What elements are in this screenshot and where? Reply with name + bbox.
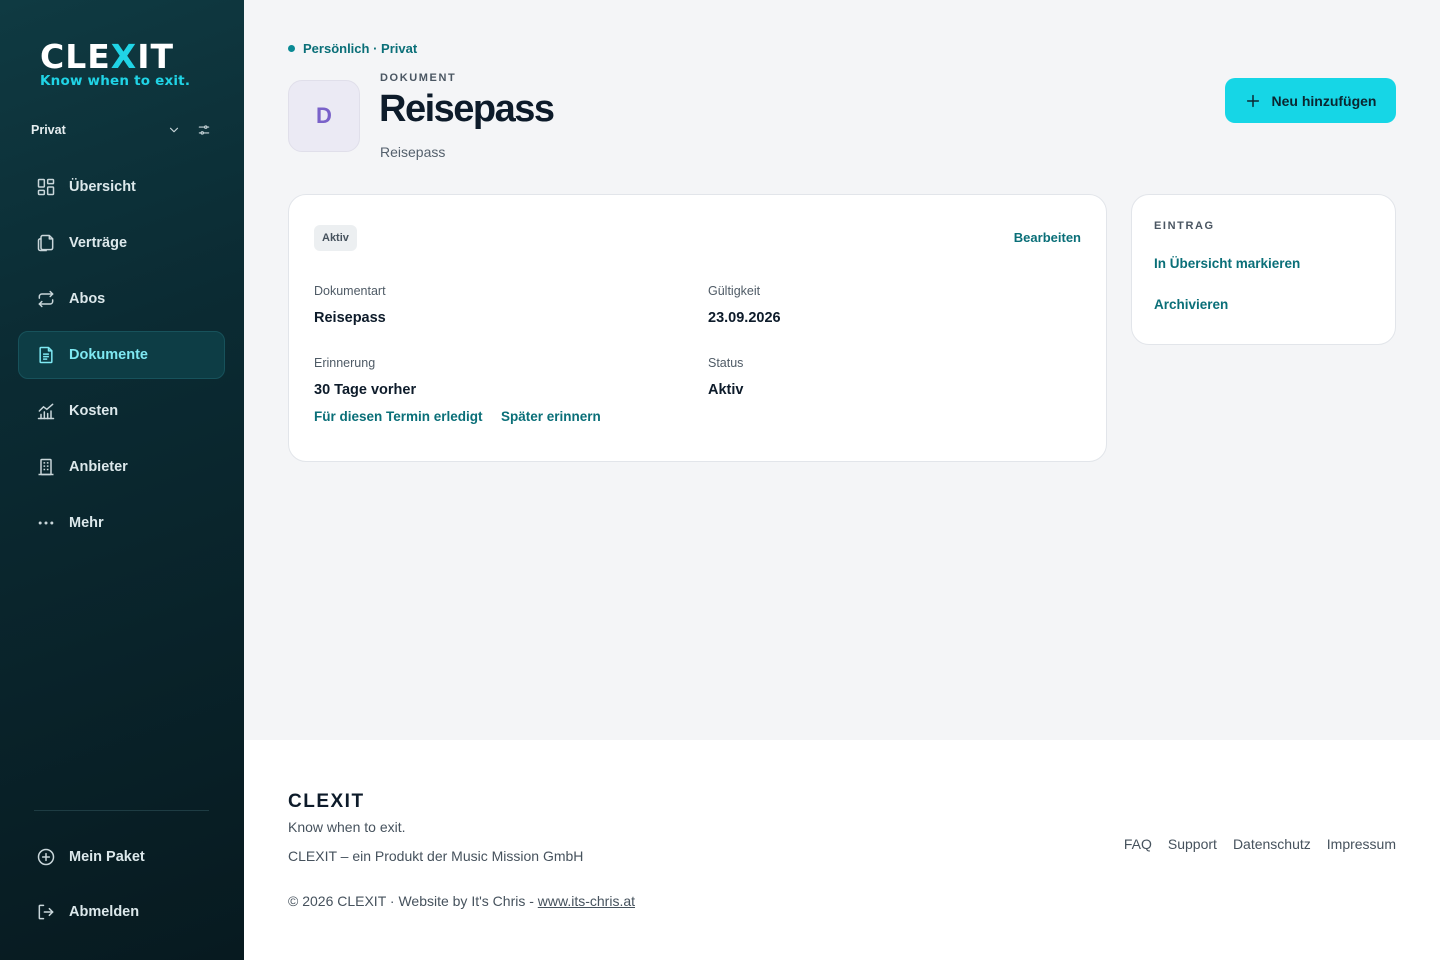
- logo-wordmark: CLEXIT: [40, 37, 175, 76]
- page-title: Reisepass: [379, 88, 555, 130]
- breadcrumb-dot: [288, 45, 295, 52]
- sidebar-item-anbieter[interactable]: Anbieter: [18, 443, 225, 491]
- footer-brand: CLEXIT: [288, 791, 365, 812]
- add-new-button[interactable]: Neu hinzufügen: [1225, 78, 1396, 123]
- sidebar-item-label: Mein Paket: [69, 849, 145, 865]
- plus-icon: [1246, 94, 1259, 107]
- space-selector-label: Privat: [31, 123, 66, 137]
- sidebar-item-kosten[interactable]: Kosten: [18, 387, 225, 435]
- edit-link[interactable]: Bearbeiten: [1014, 230, 1081, 245]
- sidebar-item-label: Abos: [69, 291, 106, 307]
- sidebar-item-dokumente[interactable]: Dokumente: [18, 331, 225, 379]
- document-type-label: Dokumentart: [314, 284, 386, 298]
- sidebar-item-label: Kosten: [69, 403, 119, 419]
- validity-value: 23.09.2026: [708, 310, 781, 326]
- repeat-icon: [36, 289, 56, 309]
- footer-company: CLEXIT – ein Produkt der Music Mission G…: [288, 848, 584, 864]
- breadcrumb-text: Persönlich · Privat: [303, 41, 418, 56]
- document-type-value: Reisepass: [314, 310, 386, 326]
- sidebar: CLEXIT Know when to exit. Privat Übersic…: [0, 0, 244, 960]
- sidebar-item-label: Anbieter: [69, 459, 128, 475]
- footer-link-faq[interactable]: FAQ: [1124, 836, 1152, 852]
- entry-card: EINTRAG In Übersicht markieren Archivier…: [1131, 194, 1396, 345]
- page-subtitle: Reisepass: [380, 144, 446, 160]
- clexit-logo[interactable]: CLEXIT Know when to exit.: [40, 40, 205, 89]
- mark-in-overview-link[interactable]: In Übersicht markieren: [1154, 256, 1300, 271]
- sidebar-item-label: Übersicht: [69, 179, 136, 195]
- breadcrumb[interactable]: Persönlich · Privat: [288, 41, 417, 56]
- sidebar-item-mehr[interactable]: Mehr: [18, 499, 225, 547]
- dashboard-icon: [36, 177, 56, 197]
- sliders-icon[interactable]: [197, 123, 211, 137]
- sidebar-item-abos[interactable]: Abos: [18, 275, 225, 323]
- file-text-icon: [36, 345, 56, 365]
- sidebar-divider: [34, 810, 209, 811]
- page-kicker: DOKUMENT: [380, 72, 457, 84]
- sidebar-item-label: Verträge: [69, 235, 128, 251]
- documents-icon: [36, 233, 56, 253]
- document-avatar: D: [288, 80, 360, 152]
- sidebar-item-abmelden[interactable]: Abmelden: [18, 888, 225, 936]
- entry-kicker: EINTRAG: [1154, 220, 1215, 232]
- space-selector[interactable]: Privat: [31, 118, 211, 142]
- chevron-down-icon[interactable]: [167, 123, 181, 137]
- sidebar-item-label: Dokumente: [69, 347, 148, 363]
- footer-tagline: Know when to exit.: [288, 819, 406, 835]
- footer-link-support[interactable]: Support: [1168, 836, 1217, 852]
- validity-label: Gültigkeit: [708, 284, 761, 298]
- reminder-label: Erinnerung: [314, 356, 376, 370]
- website-link[interactable]: www.its-chris.at: [538, 893, 635, 909]
- archive-link[interactable]: Archivieren: [1154, 297, 1228, 312]
- status-value: Aktiv: [708, 382, 744, 398]
- sidebar-item-label: Mehr: [69, 515, 104, 531]
- status-label: Status: [708, 356, 744, 370]
- status-badge: Aktiv: [314, 225, 357, 251]
- main-content: Persönlich · Privat D DOKUMENT Reisepass…: [244, 0, 1440, 740]
- sidebar-item-mein-paket[interactable]: Mein Paket: [18, 833, 225, 881]
- remind-later-link[interactable]: Später erinnern: [501, 409, 601, 424]
- sidebar-item-uebersicht[interactable]: Übersicht: [18, 163, 225, 211]
- chart-icon: [36, 401, 56, 421]
- plus-circle-icon: [36, 847, 56, 867]
- building-icon: [36, 457, 56, 477]
- mark-done-link[interactable]: Für diesen Termin erledigt: [314, 409, 483, 424]
- sidebar-bottom: Mein Paket Abmelden: [18, 833, 225, 943]
- document-details-card: Aktiv Bearbeiten Dokumentart Reisepass G…: [288, 194, 1107, 462]
- sidebar-nav: Übersicht Verträge Abos Dokumente Kosten…: [18, 163, 225, 555]
- footer-link-impressum[interactable]: Impressum: [1327, 836, 1396, 852]
- more-icon: [36, 513, 56, 533]
- copyright-text: © 2026 CLEXIT · Website by It's Chris -: [288, 893, 538, 909]
- sidebar-item-label: Abmelden: [69, 904, 140, 920]
- sidebar-item-vertraege[interactable]: Verträge: [18, 219, 225, 267]
- footer: CLEXIT Know when to exit. CLEXIT – ein P…: [244, 740, 1440, 960]
- reminder-value: 30 Tage vorher: [314, 382, 417, 398]
- footer-link-datenschutz[interactable]: Datenschutz: [1233, 836, 1311, 852]
- logo-tagline: Know when to exit.: [40, 73, 191, 89]
- footer-links: FAQ Support Datenschutz Impressum: [1124, 836, 1396, 852]
- add-new-button-label: Neu hinzufügen: [1271, 92, 1377, 109]
- logout-icon: [36, 902, 56, 922]
- footer-copyright: © 2026 CLEXIT · Website by It's Chris - …: [288, 893, 635, 909]
